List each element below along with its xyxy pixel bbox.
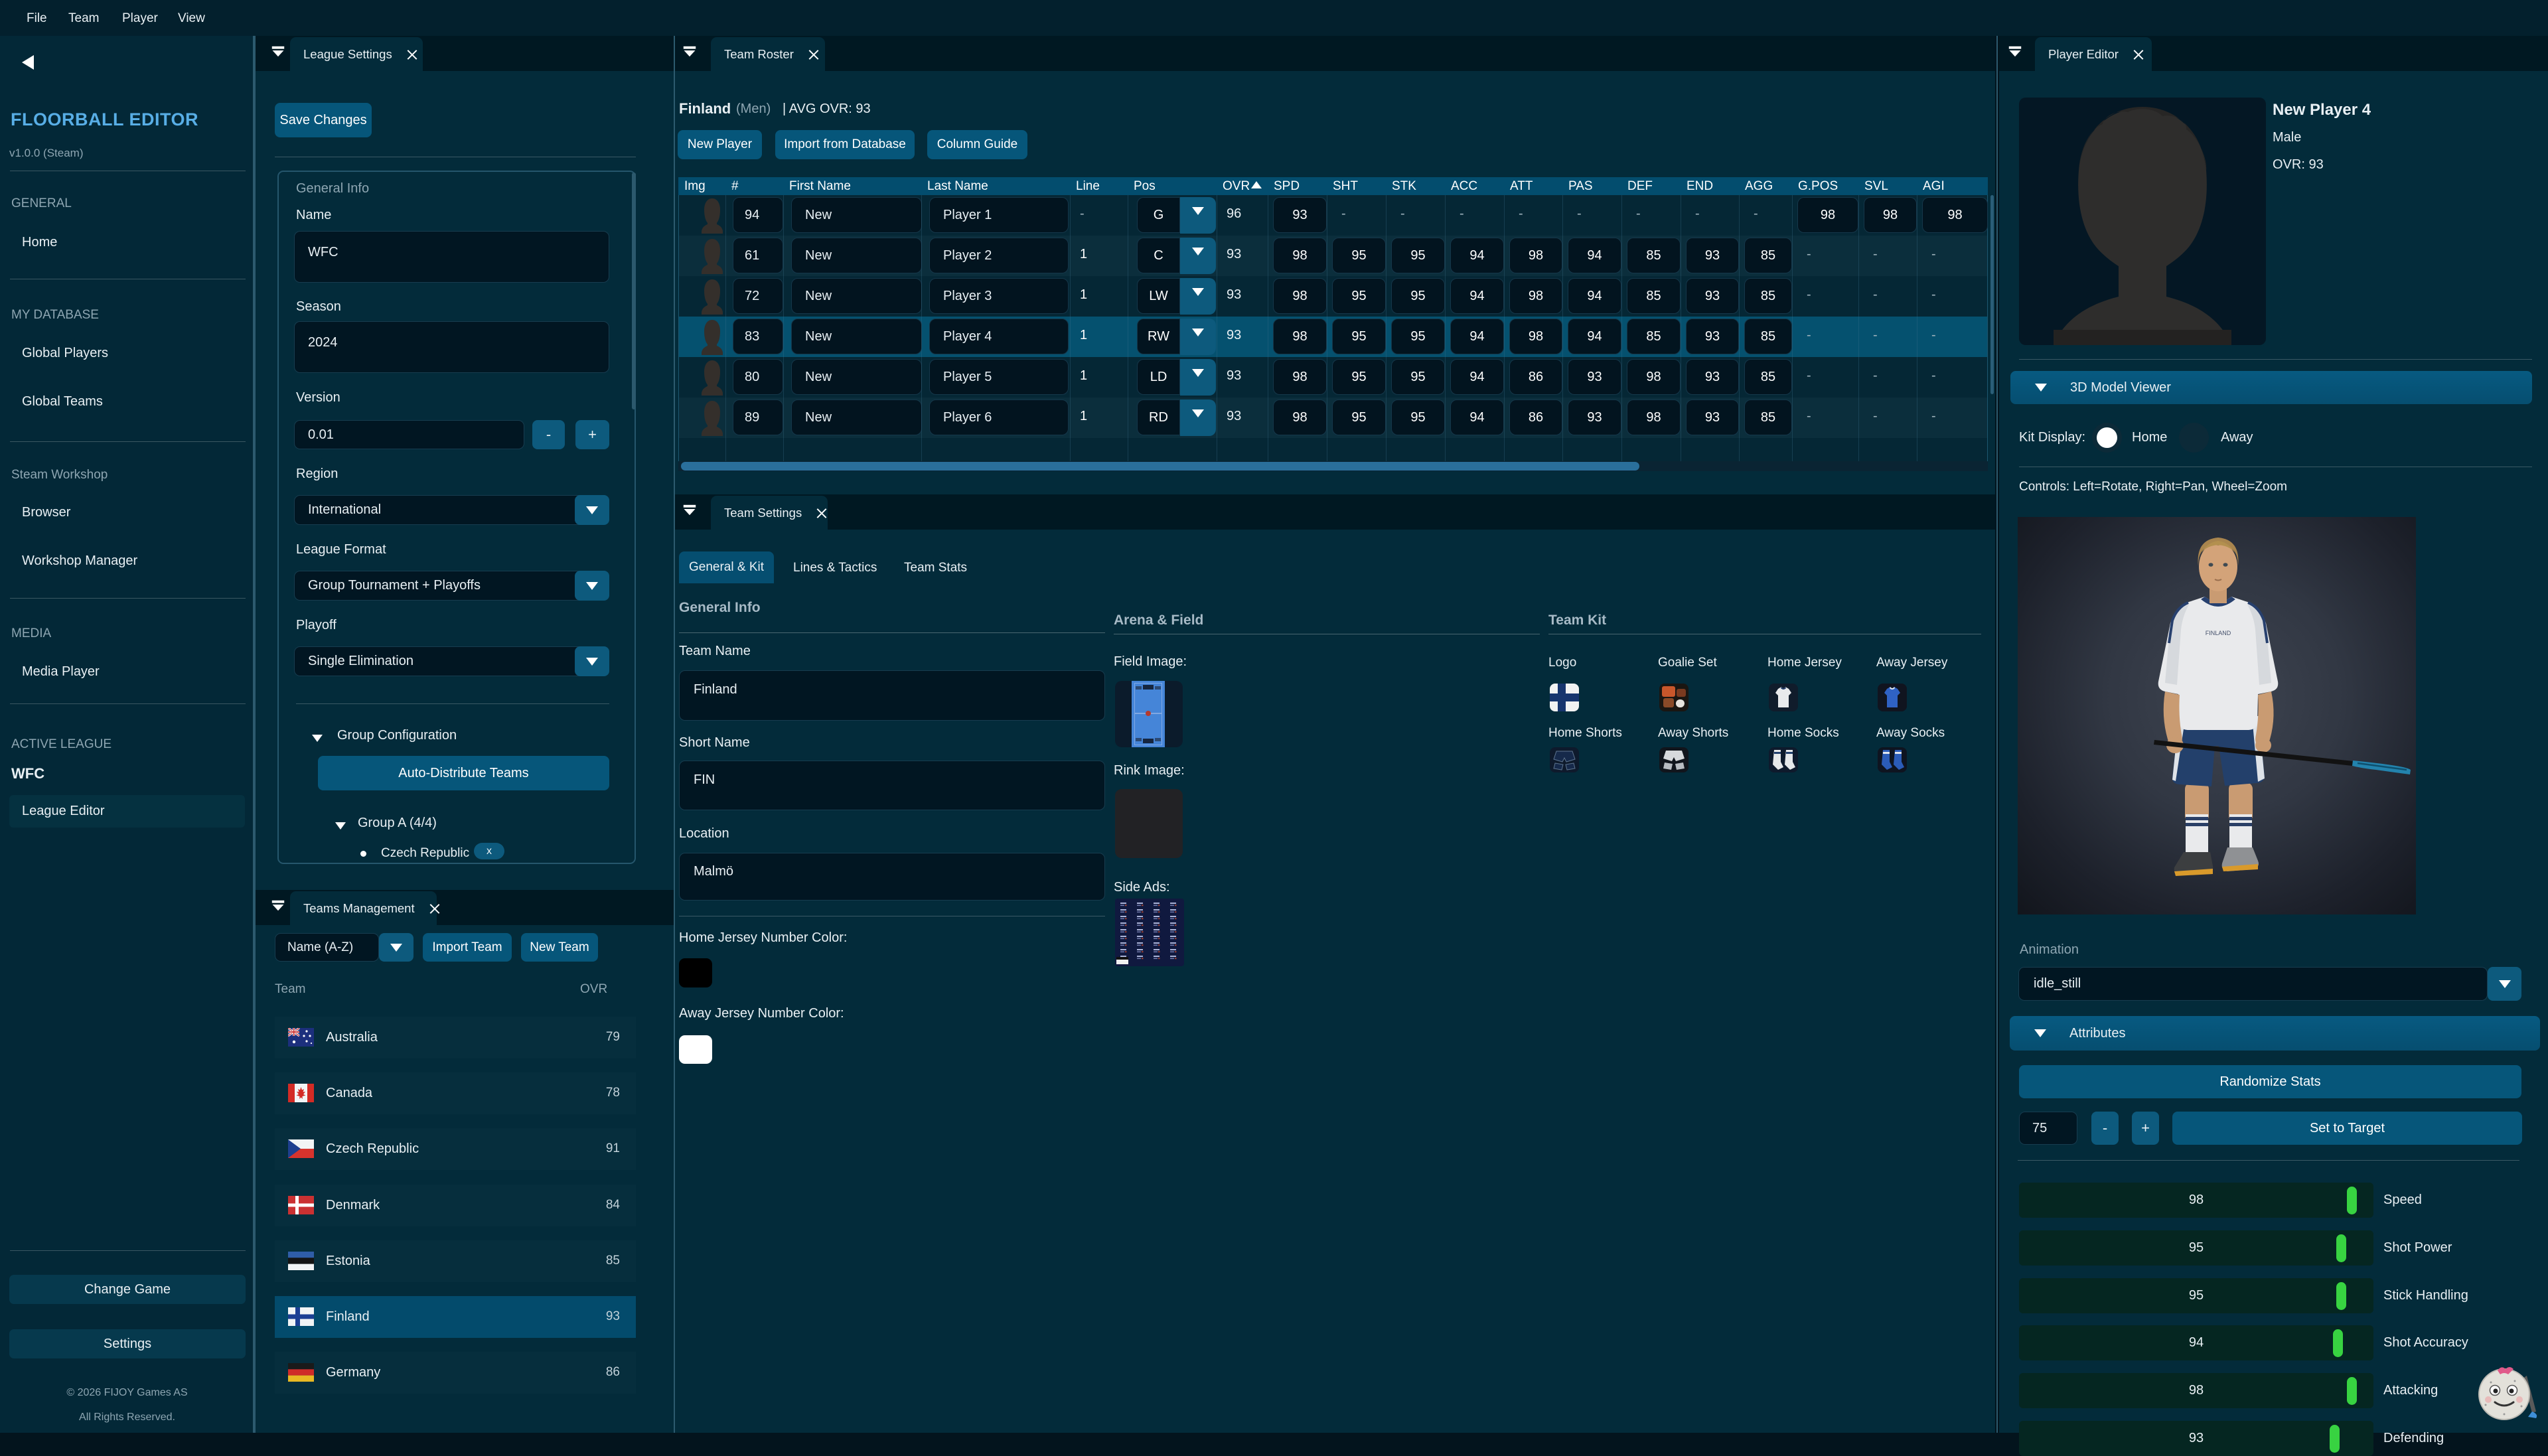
svg-text:FINLAND: FINLAND: [2206, 630, 2231, 636]
